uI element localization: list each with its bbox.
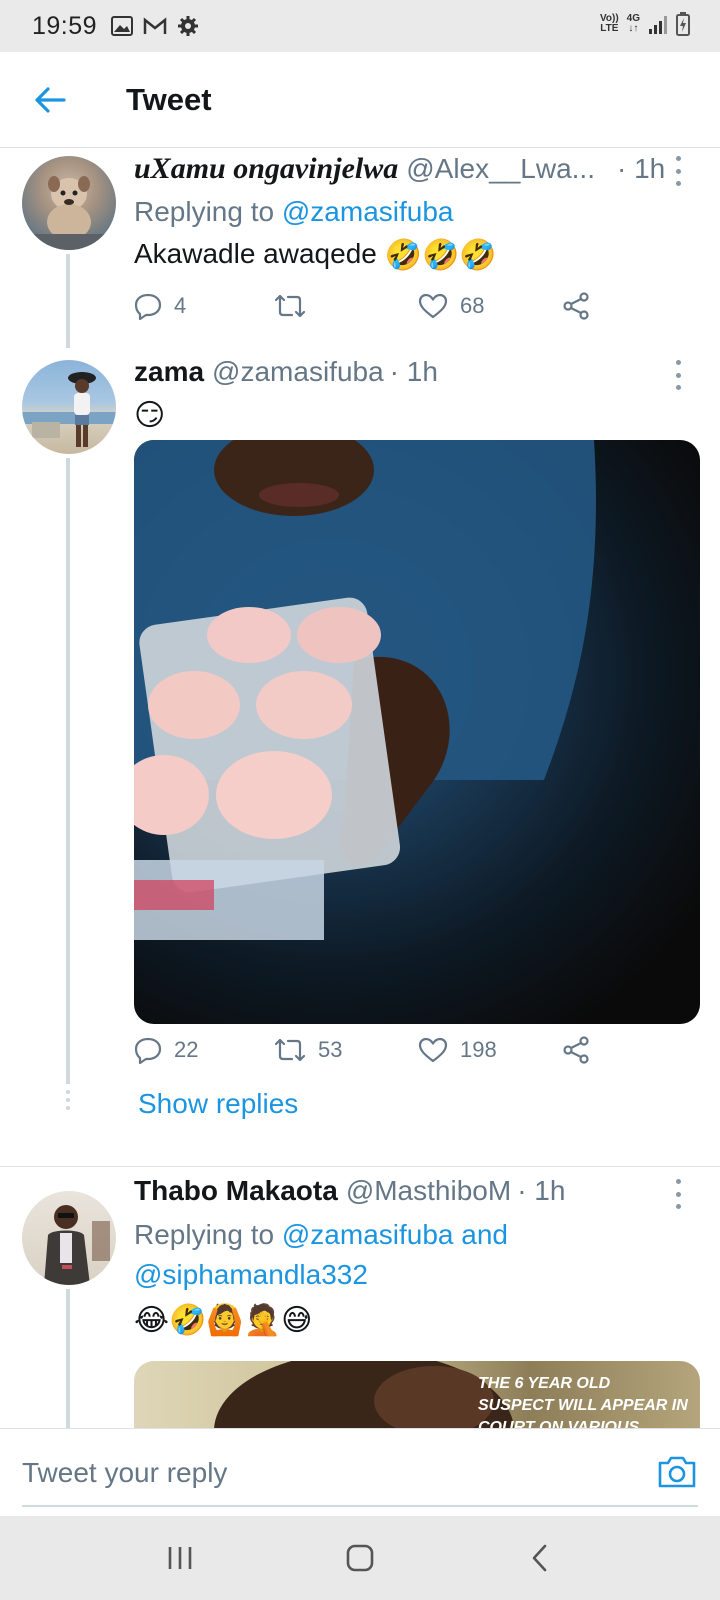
back-button[interactable]: [20, 70, 80, 130]
main-tweet[interactable]: zama @zamasifuba · 1h 😏 22 53 198 Show r…: [0, 348, 720, 1144]
tweet-image[interactable]: [134, 440, 700, 1024]
thread-line: [66, 1289, 70, 1428]
show-replies-link[interactable]: Show replies: [138, 1088, 298, 1120]
share-icon: [563, 292, 589, 320]
chevron-left-icon: [532, 1544, 547, 1572]
settings-gear-icon: [178, 16, 199, 36]
media-caption: THE 6 YEAR OLD SUSPECT WILL APPEAR IN CO…: [478, 1375, 688, 1428]
yogurt-photo: [134, 440, 700, 1024]
replying-to: Replying to @zamasifuba and @siphamandla…: [134, 1219, 508, 1290]
camera-icon: [658, 1456, 696, 1488]
reply-composer: Tweet your reply: [0, 1428, 720, 1516]
status-bar: 19:59 Vo)) LTE 4G ↓↑: [0, 0, 720, 52]
tweet-actions: 4 68: [134, 286, 614, 326]
user-handle[interactable]: @MasthiboM: [346, 1175, 511, 1207]
dog-photo: [22, 176, 116, 250]
like-button[interactable]: 68: [418, 292, 484, 320]
mention-link[interactable]: @zamasifuba: [282, 1219, 454, 1250]
share-button[interactable]: [562, 1036, 590, 1064]
battery-charging-icon: [676, 12, 690, 36]
tweet-item[interactable]: Thabo Makaota @MasthiboM · 1h Replying t…: [0, 1167, 720, 1428]
profile-photo: [22, 372, 116, 447]
reply-input[interactable]: Tweet your reply: [22, 1457, 227, 1489]
display-name[interactable]: zama: [134, 356, 204, 388]
tweet-header: zama @zamasifuba · 1h: [134, 356, 698, 392]
display-name[interactable]: Thabo Makaota: [134, 1175, 338, 1207]
reply-icon: [134, 293, 162, 320]
avatar[interactable]: [22, 360, 116, 454]
like-button[interactable]: 198: [418, 1036, 497, 1064]
home-button[interactable]: [330, 1528, 390, 1588]
more-options-icon[interactable]: [668, 1179, 688, 1209]
signal-strength-icon: [649, 16, 667, 34]
retweet-button[interactable]: 53: [274, 1036, 342, 1064]
tweet-text: 😂🤣🙆🤦😅: [134, 1299, 698, 1341]
mention-link[interactable]: @zamasifuba: [282, 196, 454, 227]
tweet-header: Thabo Makaota @MasthiboM · 1h: [134, 1175, 698, 1211]
more-options-icon[interactable]: [668, 156, 688, 186]
timestamp: · 1h: [389, 356, 438, 387]
profile-photo: [44, 1205, 110, 1285]
tweet-image[interactable]: THE 6 YEAR OLD SUSPECT WILL APPEAR IN CO…: [134, 1361, 700, 1428]
back-nav-button[interactable]: [510, 1528, 570, 1588]
replying-to: Replying to @zamasifuba: [134, 196, 454, 227]
user-handle[interactable]: @zamasifuba: [212, 356, 384, 388]
heart-icon: [418, 1037, 448, 1063]
share-icon: [563, 1036, 589, 1064]
tweet-header: uXamu ongavinjelwa @Alex__Lwa... · 1h: [134, 152, 698, 188]
emoji-group: 😂🤣🙆🤦😅: [134, 1303, 313, 1337]
display-name[interactable]: uXamu ongavinjelwa: [134, 152, 398, 186]
tweet-text: Akawadle awaqede 🤣🤣🤣: [134, 234, 698, 276]
avatar[interactable]: [22, 156, 116, 250]
mention-link[interactable]: @siphamandla332: [134, 1259, 368, 1290]
tweet-text: 😏: [134, 394, 698, 436]
retweet-icon: [274, 294, 306, 318]
timestamp: · 1h: [616, 153, 666, 184]
thread-dots: [66, 1088, 70, 1112]
camera-button[interactable]: [656, 1451, 698, 1493]
page-title: Tweet: [126, 81, 212, 117]
thread-line: [66, 458, 70, 1084]
emoji-group: 🤣🤣🤣: [384, 238, 497, 272]
reply-icon: [134, 1037, 162, 1064]
gallery-icon: [111, 16, 134, 36]
emoji-group: 😏: [134, 398, 166, 432]
recent-apps-button[interactable]: [150, 1528, 210, 1588]
volte-indicator: Vo)) LTE: [599, 13, 619, 34]
share-button[interactable]: [562, 292, 590, 320]
network-type-indicator: 4G ↓↑: [626, 13, 640, 34]
home-icon: [346, 1544, 374, 1572]
retweet-icon: [274, 1038, 306, 1062]
user-handle[interactable]: @Alex__Lwa...: [406, 153, 595, 185]
timestamp: · 1h: [517, 1175, 566, 1206]
system-nav-bar: [0, 1516, 720, 1600]
heart-icon: [418, 293, 448, 319]
more-options-icon[interactable]: [668, 360, 688, 390]
retweet-button[interactable]: [274, 292, 318, 320]
app-bar: Tweet: [0, 52, 720, 148]
tweet-item[interactable]: uXamu ongavinjelwa @Alex__Lwa... · 1h Re…: [0, 148, 720, 348]
status-time: 19:59: [32, 11, 98, 40]
tweet-actions: 22 53 198: [134, 1030, 614, 1070]
arrow-left-icon: [35, 86, 66, 113]
recent-apps-icon: [168, 1547, 192, 1569]
reply-button[interactable]: 4: [134, 292, 186, 320]
thread-line: [66, 254, 70, 348]
gmail-icon: [143, 17, 167, 34]
avatar[interactable]: [22, 1191, 116, 1285]
reply-button[interactable]: 22: [134, 1036, 198, 1064]
